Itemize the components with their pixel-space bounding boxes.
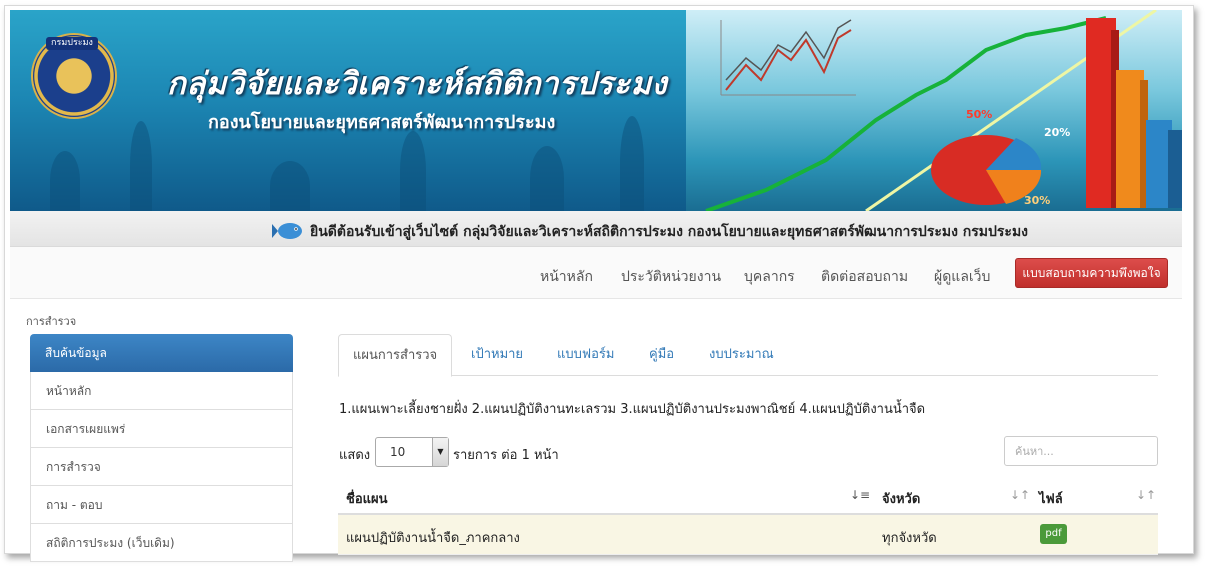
tab-target[interactable]: เป้าหมาย bbox=[471, 334, 523, 376]
content-tabs: แผนการสำรวจ เป้าหมาย แบบฟอร์ม คู่มือ งบป… bbox=[338, 334, 1158, 377]
search-input[interactable] bbox=[1004, 436, 1158, 466]
table-header: ชื่อแผน ↓≡ จังหวัด ↓↑ ไฟล์ ↓↑ bbox=[338, 478, 1158, 515]
sidebar-item-old-stats[interactable]: สถิติการประมง (เว็บเดิม) bbox=[30, 524, 293, 562]
entries-per-page-value: 10 bbox=[390, 445, 406, 459]
pie-label-3: 30% bbox=[1024, 194, 1050, 207]
entries-per-page-select[interactable]: 10 ▼ bbox=[375, 437, 449, 467]
column-province[interactable]: จังหวัด bbox=[882, 488, 920, 509]
column-plan-name[interactable]: ชื่อแผน bbox=[346, 488, 388, 509]
sidebar: สืบค้นข้อมูล หน้าหลัก เอกสารเผยแพร่ การส… bbox=[30, 334, 293, 562]
plan-description: 1.แผนเพาะเลี้ยงชายฝั่ง 2.แผนปฏิบัติงานทะ… bbox=[339, 402, 926, 417]
logo-text: กรมประมง bbox=[46, 37, 98, 50]
show-label: แสดง bbox=[339, 448, 371, 463]
sidebar-item-publications[interactable]: เอกสารเผยแพร่ bbox=[30, 410, 293, 448]
fish-icon bbox=[272, 223, 302, 239]
sidebar-item-survey[interactable]: การสำรวจ bbox=[30, 448, 293, 486]
nav-history[interactable]: ประวัติหน่วยงาน bbox=[621, 266, 721, 288]
pie-label-1: 50% bbox=[966, 108, 992, 121]
per-page-label: รายการ ต่อ 1 หน้า bbox=[453, 448, 559, 463]
cell-plan-name: แผนปฏิบัติงานน้ำจืด_ภาคกลาง bbox=[346, 531, 520, 546]
sidebar-item-home[interactable]: หน้าหลัก bbox=[30, 372, 293, 410]
bar-orange bbox=[1116, 70, 1144, 208]
welcome-strip: ยินดีต้อนรับเข้าสู่เว็บไซต์ กลุ่มวิจัยแล… bbox=[10, 211, 1182, 247]
pdf-download-button[interactable]: pdf bbox=[1040, 524, 1067, 544]
nav-staff[interactable]: บุคลากร bbox=[744, 266, 795, 288]
chart-graphic: 50% 20% 30% bbox=[686, 10, 1182, 211]
sidebar-header: สืบค้นข้อมูล bbox=[30, 334, 293, 372]
nav-home[interactable]: หน้าหลัก bbox=[540, 266, 593, 288]
sort-desc-icon[interactable]: ↓≡ bbox=[850, 488, 870, 502]
sidebar-item-faq[interactable]: ถาม - ตอบ bbox=[30, 486, 293, 524]
tab-forms[interactable]: แบบฟอร์ม bbox=[557, 334, 614, 376]
pie-label-2: 20% bbox=[1044, 126, 1070, 139]
column-file[interactable]: ไฟล์ bbox=[1039, 488, 1063, 509]
site-title: กลุ่มวิจัยและวิเคราะห์สถิติการประมง bbox=[167, 66, 668, 102]
nav-contact[interactable]: ติดต่อสอบถาม bbox=[821, 266, 908, 288]
site-subtitle: กองนโยบายและยุทธศาสตร์พัฒนาการประมง bbox=[208, 112, 556, 133]
breadcrumb: การสำรวจ bbox=[26, 315, 77, 328]
tab-survey-plan[interactable]: แผนการสำรวจ bbox=[338, 334, 453, 377]
sort-icon[interactable]: ↓↑ bbox=[1136, 488, 1156, 502]
header-banner: 50% 20% 30% กรมประมง กลุ่มวิจัยและวิเครา… bbox=[10, 10, 1182, 211]
tab-budget[interactable]: งบประมาณ bbox=[709, 334, 774, 376]
stats-illustration: 50% 20% 30% bbox=[705, 10, 1182, 211]
chevron-down-icon[interactable]: ▼ bbox=[432, 438, 448, 466]
plans-table: ชื่อแผน ↓≡ จังหวัด ↓↑ ไฟล์ ↓↑ แผนปฏิบัติ… bbox=[338, 478, 1158, 555]
table-row: แผนปฏิบัติงานน้ำจืด_ภาคกลาง ทุกจังหวัด p… bbox=[338, 515, 1158, 555]
nav-admin[interactable]: ผู้ดูแลเว็บ bbox=[934, 266, 990, 288]
satisfaction-survey-button[interactable]: แบบสอบถามความพึงพอใจ bbox=[1015, 258, 1168, 288]
main-nav: หน้าหลัก ประวัติหน่วยงาน บุคลากร ติดต่อส… bbox=[10, 247, 1182, 299]
welcome-message: ยินดีต้อนรับเข้าสู่เว็บไซต์ กลุ่มวิจัยแล… bbox=[310, 224, 1029, 240]
cell-province: ทุกจังหวัด bbox=[882, 531, 937, 546]
sort-icon[interactable]: ↓↑ bbox=[1010, 488, 1030, 502]
tab-manual[interactable]: คู่มือ bbox=[649, 334, 674, 376]
